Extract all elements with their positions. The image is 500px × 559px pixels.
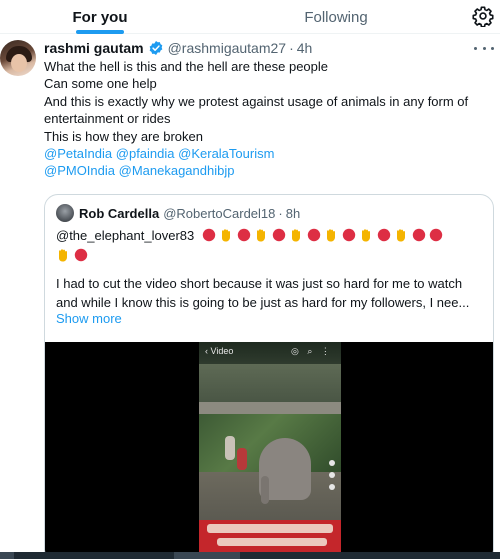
quoted-header: Rob Cardella @RobertoCardel18 · 8h [79, 203, 300, 223]
mention-line: @PetaIndia @pfaindia @KeralaTourism [44, 145, 494, 162]
tab-for-you[interactable]: For you [36, 0, 164, 34]
quoted-display-name[interactable]: Rob Cardella [79, 206, 159, 221]
quoted-timestamp[interactable]: 8h [286, 206, 300, 221]
video-caption-text [217, 538, 327, 546]
mention-link[interactable]: @PMOIndia [44, 163, 115, 178]
scene-elephant-trunk [261, 476, 269, 504]
timeline-tabs: For you Following [0, 0, 500, 34]
raised-hand-icon [59, 249, 67, 262]
red-circle-icon [342, 228, 355, 242]
red-circle-icon [377, 228, 390, 242]
verified-badge-icon [149, 41, 162, 55]
display-name[interactable]: rashmi gautam [44, 40, 144, 56]
quoted-body: I had to cut the video short because it … [56, 274, 486, 312]
red-circle-icon [412, 228, 425, 242]
taskbar [0, 552, 500, 559]
emoji-row [198, 228, 443, 242]
tweet-text: What the hell is this and the hell are t… [44, 58, 494, 180]
mention-line: @PMOIndia @Manekagandhibjp [44, 162, 494, 179]
avatar[interactable] [0, 40, 36, 76]
raised-hand-icon [257, 229, 266, 242]
red-circle-icon [272, 228, 285, 242]
tweet-line: This is how they are broken [44, 128, 203, 144]
gear-icon[interactable] [472, 5, 494, 27]
scene-wall [199, 364, 341, 402]
mention-link[interactable]: @pfaindia [116, 146, 175, 161]
taskbar-item[interactable] [174, 552, 240, 559]
red-circle-icon [430, 228, 443, 242]
raised-hand-icon [362, 229, 371, 242]
tweet-line: Can some one help [44, 76, 157, 92]
separator-dot: · [278, 205, 283, 221]
tweet-line: What the hell is this and the hell are t… [44, 59, 329, 74]
raised-hand-icon [292, 229, 301, 242]
video-top-icons: ◎ ⌕ ⋮ [291, 346, 333, 356]
separator-dot: · [289, 40, 294, 56]
scene-person [225, 436, 235, 460]
raised-hand-icon [397, 229, 406, 242]
timestamp[interactable]: 4h [297, 40, 313, 56]
red-circle-icon [74, 248, 87, 262]
scene-roof [199, 402, 341, 414]
emoji-row [56, 245, 88, 265]
tweet-line: And this is exactly why we protest again… [44, 93, 469, 109]
quoted-body-line: I had to cut the video short because it … [56, 276, 463, 291]
quoted-handle[interactable]: @RobertoCardel18 [163, 206, 275, 221]
user-handle[interactable]: @rashmigautam27 [168, 40, 287, 56]
red-circle-icon [307, 228, 320, 242]
red-circle-icon [237, 228, 250, 242]
tab-following[interactable]: Following [272, 0, 400, 34]
mention-link[interactable]: @PetaIndia [44, 146, 112, 161]
raised-hand-icon [327, 229, 336, 242]
video-side-actions [329, 460, 337, 500]
mention-link[interactable]: @Manekagandhibjp [119, 163, 235, 178]
video-top-label: ‹ Video [205, 346, 234, 356]
quoted-tweet-card[interactable]: Rob Cardella @RobertoCardel18 · 8h @the_… [44, 194, 494, 559]
quoted-body-line: and while I know this is going to be jus… [56, 295, 470, 310]
quoted-avatar[interactable] [56, 204, 74, 222]
video-player[interactable]: ‹ Video ◎ ⌕ ⋮ [45, 342, 493, 559]
show-more-link[interactable]: Show more [56, 311, 122, 326]
tweet-header: rashmi gautam @rashmigautam27 · 4h [44, 38, 312, 58]
red-circle-icon [202, 228, 215, 242]
tweet-line: entertainment or rides [44, 111, 171, 127]
video-frame: ‹ Video ◎ ⌕ ⋮ [199, 342, 341, 559]
quoted-mention-line: @the_elephant_lover83 [56, 225, 443, 245]
quoted-mention[interactable]: @the_elephant_lover83 [56, 228, 194, 243]
taskbar-item[interactable] [0, 552, 14, 559]
more-options-icon[interactable] [474, 40, 494, 56]
scene-person [237, 448, 247, 470]
active-tab-indicator [76, 30, 124, 34]
raised-hand-icon [222, 229, 231, 242]
video-caption-text [207, 524, 333, 533]
mention-link[interactable]: @KeralaTourism [178, 146, 274, 161]
